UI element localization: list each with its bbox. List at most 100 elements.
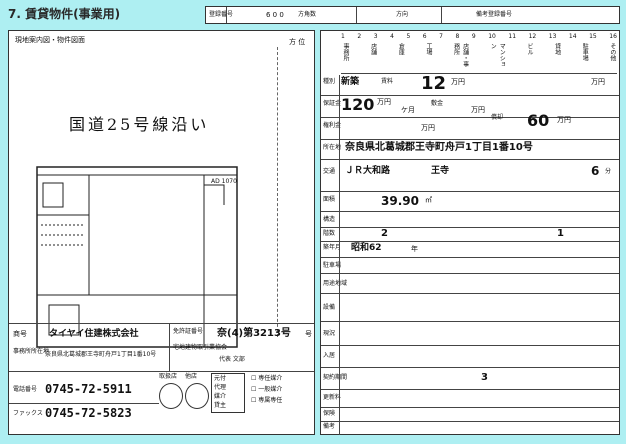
license-extra: 号 <box>305 330 312 338</box>
manager-name: 代表 文部 <box>219 356 245 363</box>
license-label: 免許証番号 <box>173 328 204 335</box>
fax-value: 0745-72-5823 <box>45 406 132 420</box>
deposit-unit: 万円 <box>377 98 391 106</box>
walk-value: 6 <box>591 164 600 178</box>
mgmt-unit: 万円 <box>591 78 605 86</box>
rent-value: 12 <box>421 73 447 94</box>
amort-label: 償却 <box>491 114 504 121</box>
license-value: 奈(4)第3213号 <box>217 328 291 339</box>
company-label: 商号 <box>13 330 27 338</box>
floor-plan: AD 1070 <box>29 165 265 355</box>
map-title: 現地案内図・物件図面 <box>15 36 85 44</box>
built-unit: 年 <box>411 245 418 253</box>
num-2: 2 <box>357 33 362 40</box>
current-label: 現況 <box>323 330 336 337</box>
check-0: ☐ 専任媒介 <box>251 375 283 382</box>
deposit-months: ケ月 <box>401 106 415 114</box>
stamp-seal-1 <box>185 383 209 409</box>
role-0: 元付 <box>214 375 227 382</box>
num-12: 12 <box>528 33 537 40</box>
amort-value: 60 <box>527 111 550 130</box>
top-box-label-3: 備考登録番号 <box>476 11 513 18</box>
num-15: 15 <box>589 33 597 40</box>
built-value: 昭和62 <box>351 243 382 253</box>
top-box-label-0: 登録番号 <box>209 11 234 18</box>
num-7: 7 <box>439 33 443 40</box>
type-number-row: 1 2 3 4 5 6 7 8 9 10 11 12 13 14 15 16 <box>341 33 617 43</box>
insurance-label: 保険 <box>323 410 336 417</box>
station-value: 王寺 <box>431 166 450 176</box>
walk-unit: 分 <box>605 168 612 175</box>
plan-dimension: AD 1070 <box>211 178 237 185</box>
address-value: 奈良県北葛城郡王寺町舟戸1丁目1番10号 <box>45 351 157 358</box>
key-unit: 万円 <box>471 106 485 114</box>
area-unit: ㎡ <box>425 196 432 204</box>
deposit-value: 120 <box>341 95 375 114</box>
kind-value: 新築 <box>341 77 360 87</box>
num-4: 4 <box>390 33 394 40</box>
company-name: タイヤイ住建株式会社 <box>49 329 139 339</box>
type-6: ビル <box>525 43 533 55</box>
notes-label: 備考 <box>323 423 336 430</box>
key-label: 敷金 <box>431 100 444 107</box>
type-7: 貸地 <box>553 43 561 55</box>
area-label: 面積 <box>323 196 336 203</box>
num-11: 11 <box>508 33 517 40</box>
road-label: 国道25号線沿い <box>69 115 210 134</box>
type-0: 事務所 <box>342 43 349 61</box>
tel-value: 0745-72-5911 <box>45 382 132 396</box>
line-value: ＪＲ大和路 <box>345 166 391 176</box>
tel-label: 電話番号 <box>13 386 38 393</box>
num-13: 13 <box>548 33 557 40</box>
right-panel: 1 2 3 4 5 6 7 8 9 10 11 12 13 14 15 16 事… <box>320 30 620 435</box>
floor-label: 階数 <box>323 230 336 237</box>
num-5: 5 <box>406 33 411 40</box>
zoning-label: 用途地域 <box>323 280 348 287</box>
floor-value-2: 1 <box>557 228 564 239</box>
num-14: 14 <box>568 33 577 40</box>
check-2: ☐ 専属専任 <box>251 397 283 404</box>
type-3: 工場 <box>424 43 432 55</box>
role-2: 媒介 <box>214 393 227 400</box>
role-1: 代理 <box>214 384 227 391</box>
top-info-bar: 登録番号 6 0 0 方角数 方向 備考登録番号 <box>205 6 620 24</box>
type-label-row: 事務所 店舗 倉庫 工場 店舗・事務所 マンション ビル 貸地 駐車場 その他 <box>341 43 617 74</box>
transport-label: 交通 <box>323 168 336 175</box>
num-10: 10 <box>488 33 496 40</box>
stamp-label-1: 他店 <box>185 373 198 380</box>
rent-label: 賃料 <box>381 78 394 85</box>
license-member: 宅地建物取引業協会 <box>173 344 228 351</box>
move-label: 入居 <box>323 352 336 359</box>
num-9: 9 <box>471 33 476 40</box>
rent-unit: 万円 <box>451 78 465 86</box>
role-box: 元付 代理 媒介 貸主 <box>211 373 245 413</box>
left-panel: 現地案内図・物件図面 方 位 国道25号線沿い AD 1070 商号 タイヤイ住… <box>8 30 315 435</box>
stamp-seal-0 <box>159 383 183 409</box>
facilities-label: 設備 <box>323 304 336 311</box>
role-3: 貸主 <box>214 402 227 409</box>
struct-label: 構造 <box>323 216 336 223</box>
page-heading: 7. 賃貸物件(事業用) <box>8 7 121 21</box>
area-value: 39.90 <box>381 194 419 208</box>
premium-unit: 万円 <box>421 124 435 132</box>
type-9: その他 <box>608 43 616 61</box>
stamp-label-0: 取扱店 <box>159 373 178 380</box>
type-2: 倉庫 <box>397 43 405 55</box>
top-box-suffix-0: 方角数 <box>298 11 317 18</box>
type-1: 店舗 <box>369 43 377 55</box>
check-1: ☐ 一般媒介 <box>251 386 283 393</box>
contract-value: 3 <box>481 372 488 383</box>
num-3: 3 <box>373 33 378 40</box>
address-label: 事務所所在地 <box>13 348 50 355</box>
location-value: 奈良県北葛城郡王寺町舟戸1丁目1番10号 <box>345 142 533 153</box>
num-16: 16 <box>609 33 617 40</box>
num-1: 1 <box>341 33 345 40</box>
top-box-label-2: 方向 <box>396 11 409 18</box>
floor-value: 2 <box>381 228 388 239</box>
type-8: 駐車場 <box>581 43 589 61</box>
contract-label: 契約期間 <box>323 374 348 381</box>
num-6: 6 <box>422 33 427 40</box>
num-8: 8 <box>455 33 460 40</box>
compass-label: 方 位 <box>289 38 306 46</box>
type-4: 店舗・事務所 <box>452 43 469 67</box>
